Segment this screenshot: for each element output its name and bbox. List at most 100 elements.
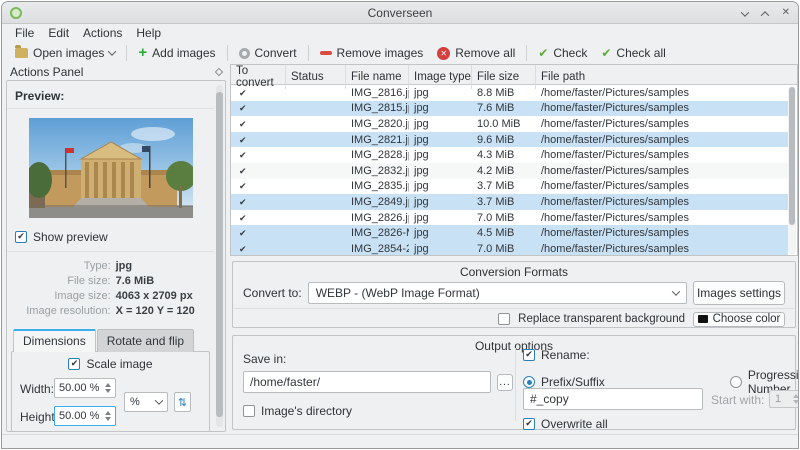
table-row[interactable]: ✔ IMG_2821.jpg jpg 9.6 MiB /home/faster/… <box>231 131 788 148</box>
minimize-button[interactable] <box>740 6 749 20</box>
row-check-icon[interactable]: ✔ <box>236 182 247 192</box>
choose-color-label: Choose color <box>712 313 781 325</box>
table-row[interactable]: ✔ IMG_2832.jpg jpg 4.2 MiB /home/faster/… <box>231 162 788 179</box>
cell-file-name: IMG_2816.jpg <box>351 86 409 99</box>
chevron-down-icon <box>671 287 681 296</box>
row-check-icon[interactable]: ✔ <box>236 245 247 255</box>
spin-down-icon[interactable] <box>105 417 111 421</box>
row-check-icon[interactable]: ✔ <box>236 120 247 130</box>
float-panel-icon[interactable] <box>214 67 224 77</box>
chevron-down-icon[interactable] <box>108 47 117 56</box>
swap-dimensions-button[interactable]: ⇅ <box>174 392 191 412</box>
panel-scrollbar-thumb[interactable] <box>216 91 223 417</box>
table-row[interactable]: ✔ IMG_2816.jpg jpg 8.8 MiB /home/faster/… <box>231 85 788 101</box>
cell-file-size: 10.0 MiB <box>477 117 521 130</box>
image-info: Type: jpg File size: 7.6 MiB Image size:… <box>7 258 214 325</box>
convert-button[interactable]: Convert <box>232 44 304 62</box>
table-scrollbar[interactable] <box>788 86 796 254</box>
table-row[interactable]: ✔ IMG_2826.jpg jpg 7.0 MiB /home/faster/… <box>231 210 788 226</box>
cell-image-type: jpg <box>414 195 429 208</box>
convert-label: Convert <box>254 46 297 60</box>
browse-button[interactable]: ... <box>497 374 513 391</box>
spin-down-icon[interactable] <box>793 400 798 404</box>
spin-down-icon[interactable] <box>105 389 111 393</box>
table-row[interactable]: ✔ IMG_2835.jpg jpg 3.7 MiB /home/faster/… <box>231 179 788 195</box>
images-directory-checkbox[interactable] <box>243 405 255 417</box>
maximize-button[interactable] <box>760 6 769 20</box>
replace-transparent-checkbox[interactable] <box>498 313 511 325</box>
menu-edit[interactable]: Edit <box>41 26 76 40</box>
height-spinbox[interactable]: 50.00 % <box>54 406 116 426</box>
cell-image-type: jpg <box>414 227 429 240</box>
remove-all-button[interactable]: ✕ Remove all <box>430 44 522 62</box>
overwrite-all-checkbox[interactable]: ✔ <box>523 418 535 430</box>
cell-file-size: 4.5 MiB <box>477 227 515 240</box>
table-row[interactable]: ✔ IMG_2820.jpg jpg 10.0 MiB /home/faster… <box>231 116 788 132</box>
scale-image-row[interactable]: ✔ Scale image <box>16 357 205 371</box>
cell-file-size: 7.6 MiB <box>477 102 515 115</box>
table-header: To convert Status File name Image type F… <box>231 65 797 89</box>
table-row[interactable]: ✔ IMG_2854-2.j... jpg 7.0 MiB /home/fast… <box>231 240 788 255</box>
scale-image-checkbox[interactable]: ✔ <box>68 358 81 370</box>
rename-pattern-input[interactable]: #_copy <box>523 388 703 410</box>
cell-file-size: 3.7 MiB <box>477 195 515 208</box>
overwrite-all-row[interactable]: ✔ Overwrite all <box>523 417 608 431</box>
rename-checkbox[interactable]: ✔ <box>523 349 535 361</box>
images-settings-label: Images settings <box>696 286 782 300</box>
add-images-button[interactable]: + Add images <box>131 44 222 62</box>
format-combobox[interactable]: WEBP - (WebP Image Format) <box>307 282 687 304</box>
tab-rotate-and-flip[interactable]: Rotate and flip <box>96 329 195 352</box>
table-row[interactable]: ✔ IMG_2826-M... jpg 4.5 MiB /home/faster… <box>231 225 788 241</box>
row-check-icon[interactable]: ✔ <box>236 89 247 99</box>
progressive-number-radio[interactable] <box>729 376 742 388</box>
row-check-icon[interactable]: ✔ <box>236 214 247 224</box>
cell-file-size: 8.8 MiB <box>477 86 515 99</box>
resolution-label: Image resolution: <box>26 305 111 317</box>
table-row[interactable]: ✔ IMG_2815.jpg jpg 7.6 MiB /home/faster/… <box>231 100 788 117</box>
row-check-icon[interactable]: ✔ <box>236 151 247 161</box>
actions-panel-box: Preview: ✔ Show preview Type: jpg File s… <box>6 80 226 432</box>
prefix-suffix-radio[interactable] <box>523 376 535 388</box>
spin-up-icon[interactable] <box>105 411 111 415</box>
table-scrollbar-thumb[interactable] <box>789 87 795 225</box>
check-button[interactable]: ✔ Check <box>531 44 594 62</box>
show-preview-checkbox[interactable]: ✔ <box>15 231 27 243</box>
open-images-button[interactable]: Open images <box>8 44 122 62</box>
width-spinbox[interactable]: 50.00 % <box>54 378 116 398</box>
table-body: ✔ IMG_2816.jpg jpg 8.8 MiB /home/faster/… <box>231 85 788 255</box>
tab-dimensions[interactable]: Dimensions <box>13 329 96 352</box>
menu-actions[interactable]: Actions <box>76 26 129 40</box>
table-row[interactable]: ✔ IMG_2828.jpg jpg 4.3 MiB /home/faster/… <box>231 147 788 163</box>
cell-file-path: /home/faster/Pictures/samples <box>541 195 689 208</box>
menu-file[interactable]: File <box>8 26 41 40</box>
check-all-button[interactable]: ✔ Check all <box>594 44 672 62</box>
menu-help[interactable]: Help <box>129 26 168 40</box>
start-with-spinbox[interactable]: 1 <box>769 390 798 408</box>
images-settings-button[interactable]: Images settings <box>693 281 785 305</box>
spin-up-icon[interactable] <box>793 394 798 398</box>
rename-row[interactable]: ✔ Rename: <box>523 348 590 362</box>
row-check-icon[interactable]: ✔ <box>236 167 247 177</box>
save-in-input[interactable]: /home/faster/ <box>243 371 491 393</box>
title-bar[interactable]: Converseen ✕ <box>2 2 798 24</box>
prefix-suffix-label: Prefix/Suffix <box>541 375 605 389</box>
cell-file-name: IMG_2826-M... <box>351 227 409 240</box>
panel-scrollbar[interactable] <box>216 85 223 427</box>
red-cross-icon: ✕ <box>437 46 451 60</box>
images-directory-row[interactable]: Image's directory <box>243 404 352 418</box>
show-preview-row[interactable]: ✔ Show preview <box>7 226 214 248</box>
remove-images-button[interactable]: Remove images <box>313 44 431 62</box>
choose-color-button[interactable]: Choose color <box>693 311 785 327</box>
row-check-icon[interactable]: ✔ <box>236 198 247 208</box>
row-check-icon[interactable]: ✔ <box>236 104 247 114</box>
cell-file-name: IMG_2821.jpg <box>351 133 409 146</box>
close-button[interactable]: ✕ <box>782 8 790 18</box>
row-check-icon[interactable]: ✔ <box>236 136 247 146</box>
toolbar-separator <box>307 45 309 61</box>
unit-combobox[interactable]: % <box>124 392 168 412</box>
table-row[interactable]: ✔ IMG_2849.jpg jpg 3.7 MiB /home/faster/… <box>231 194 788 210</box>
spin-up-icon[interactable] <box>105 383 111 387</box>
check-icon: ✔ <box>538 46 549 60</box>
row-check-icon[interactable]: ✔ <box>236 229 247 239</box>
cell-file-size: 4.3 MiB <box>477 149 515 162</box>
